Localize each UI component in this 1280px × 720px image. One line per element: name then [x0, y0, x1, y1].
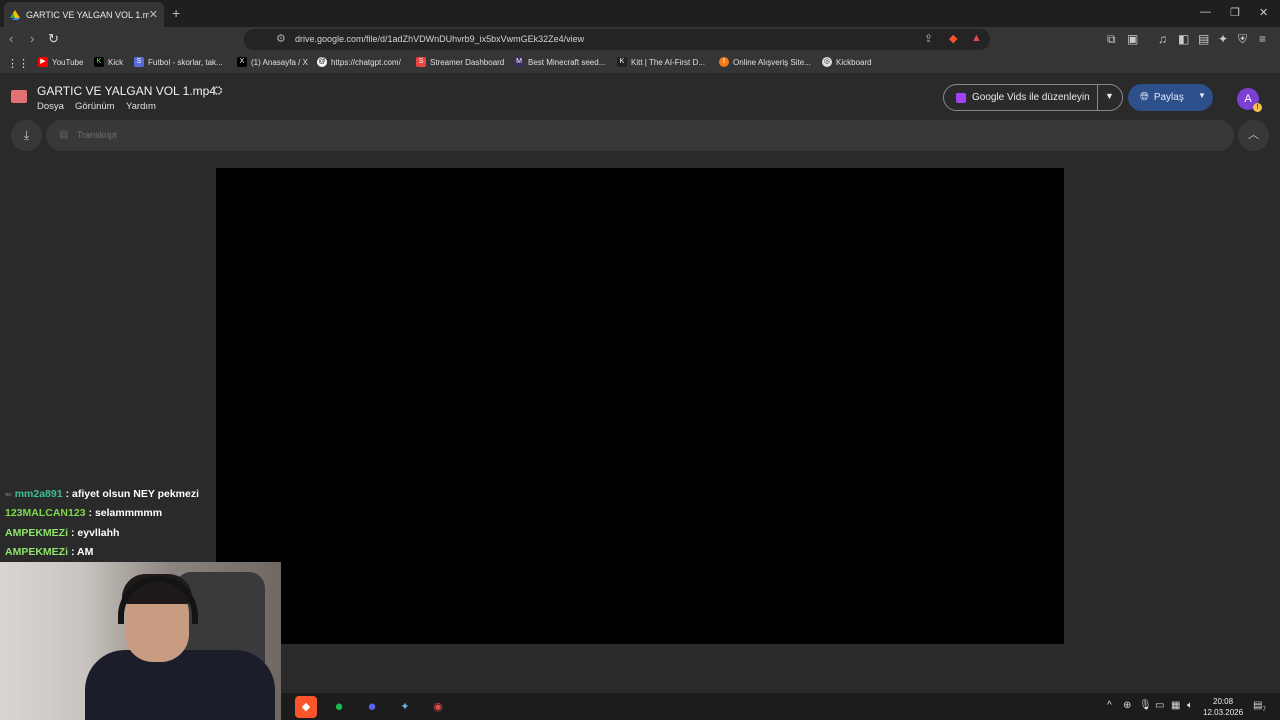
transcript-bar[interactable]: ▤ Transkript	[46, 120, 1234, 151]
transcript-label: Transkript	[77, 130, 117, 140]
screenshot-icon[interactable]: ▣	[1127, 32, 1138, 46]
download-icon: ⤓	[23, 128, 30, 142]
media-icon[interactable]: ♫	[1158, 32, 1167, 46]
bookmark-kick[interactable]: K Kick	[94, 57, 123, 67]
volume-icon[interactable]: 🔈︎	[1187, 700, 1193, 711]
chat-message: AMPEKMEZi: AM	[5, 546, 94, 558]
chat-message: AMPEKMEZi: eyvllahh	[5, 527, 120, 539]
minecraft-icon: M	[514, 57, 524, 67]
tab-close-icon[interactable]: ✕	[149, 8, 158, 21]
google-vids-label: Google Vids ile düzenleyin	[972, 92, 1090, 103]
leo-ai-icon[interactable]: ✦	[1218, 32, 1228, 46]
flashscore-icon: S	[134, 57, 144, 67]
back-icon[interactable]: ‹	[9, 31, 13, 46]
drive-header: GARTIC VE YALGAN VOL 1.mp4 ⛭ Dosya Görün…	[0, 76, 1280, 120]
chat-message: ⇐ mm2a891: afiyet olsun NEY pekmezi	[5, 488, 200, 500]
share-page-icon[interactable]: ⇪	[924, 32, 933, 45]
menu-dosya[interactable]: Dosya	[37, 101, 64, 112]
bookmark-futbol[interactable]: S Futbol - skorlar, tak...	[134, 57, 223, 67]
trendyol-icon: t	[719, 57, 729, 67]
share-label: Paylaş	[1153, 92, 1184, 103]
globe-icon: ◎	[822, 57, 832, 67]
reload-icon[interactable]: ↻	[48, 31, 59, 47]
clock[interactable]: 20:08 12.03.2026	[1203, 696, 1243, 718]
address-bar[interactable]: ⚙ drive.google.com/file/d/1adZhVDWnDUhvr…	[244, 29, 990, 50]
bookmark-kickboard[interactable]: ◎ Kickboard	[822, 57, 872, 67]
chevron-up-icon[interactable]: ^	[1107, 700, 1112, 711]
microphone-icon[interactable]: 🎙︎	[1139, 700, 1152, 711]
extensions-icon[interactable]: ⧉	[1107, 32, 1116, 47]
menu-gorunum[interactable]: Görünüm	[75, 101, 115, 112]
kick-icon: K	[94, 57, 104, 67]
streamlabs-icon: S	[416, 57, 426, 67]
apps-icon[interactable]: ⋮⋮	[7, 57, 29, 70]
chevron-down-icon[interactable]: ▼	[1105, 91, 1114, 101]
chevron-up-icon: ︿	[1248, 129, 1259, 141]
app-tray-icon[interactable]: ⊕	[1123, 700, 1131, 711]
mod-icon: ⇐	[5, 490, 12, 499]
share-button[interactable]: 🌐︎ Paylaş ▼	[1128, 84, 1213, 111]
display-icon[interactable]: ▭	[1155, 700, 1164, 711]
file-title[interactable]: GARTIC VE YALGAN VOL 1.mp4	[37, 84, 216, 98]
brave-shields-icon[interactable]: ◆	[949, 32, 957, 45]
bookmark-chatgpt[interactable]: @ https://chatgpt.com/	[317, 57, 401, 67]
chevron-down-icon[interactable]: ▼	[1198, 91, 1206, 100]
close-window-icon[interactable]: ✕	[1259, 6, 1268, 19]
chat-message: 123MALCAN123: selammmmm	[5, 507, 163, 519]
download-button[interactable]: ⤓	[11, 120, 42, 151]
streamer-torso	[85, 650, 275, 720]
site-info-icon[interactable]: ⚙	[276, 32, 286, 45]
video-player[interactable]	[216, 168, 1064, 644]
maximize-icon[interactable]: ❐	[1230, 6, 1240, 19]
sidebar-icon[interactable]: ◧	[1178, 32, 1189, 46]
discord-icon[interactable]: ●	[361, 696, 383, 718]
tab-strip: GARTIC VE YALGAN VOL 1.mp4 ✕ + — ❐ ✕	[0, 0, 1280, 27]
vpn-icon[interactable]: ⛨	[1238, 32, 1247, 47]
bookmark-minecraft[interactable]: M Best Minecraft seed...	[514, 57, 605, 67]
globe-icon: 🌐︎	[1140, 91, 1149, 103]
youtube-icon: ▶	[38, 57, 48, 67]
spotify-icon[interactable]: ●	[328, 696, 350, 718]
browser-tab[interactable]: GARTIC VE YALGAN VOL 1.mp4 ✕	[4, 2, 164, 27]
bookmark-kitt[interactable]: K Kitt | The AI-First D...	[617, 57, 705, 67]
bookmark-x[interactable]: X (1) Anasayfa / X	[237, 57, 308, 67]
menu-yardim[interactable]: Yardım	[126, 101, 156, 112]
avatar[interactable]: A !	[1237, 88, 1262, 112]
google-vids-icon	[956, 92, 966, 103]
bookmark-youtube[interactable]: ▶ YouTube	[38, 57, 83, 67]
new-tab-icon[interactable]: +	[172, 5, 180, 21]
google-vids-button[interactable]: Google Vids ile düzenleyin ▼	[943, 84, 1123, 111]
chatgpt-icon: @	[317, 57, 327, 67]
shared-status-icon[interactable]: ⛭	[213, 83, 223, 98]
url-text: drive.google.com/file/d/1adZhVDWnDUhvrb9…	[295, 34, 585, 44]
bookmarks-bar: ⋮⋮ ▶ YouTube K Kick S Futbol - skorlar, tak…	[0, 52, 1280, 74]
minimize-icon[interactable]: —	[1200, 6, 1211, 18]
brave-browser-icon[interactable]: ◆	[295, 696, 317, 718]
tool-app-icon[interactable]: ✦	[394, 696, 416, 718]
navigation-bar: ‹ › ↻ ☐ ⚙ drive.google.com/file/d/1adZhV…	[0, 27, 1280, 52]
collapse-button[interactable]: ︿	[1238, 120, 1269, 151]
brave-rewards-icon[interactable]: ▲	[971, 32, 982, 44]
webcam-overlay	[0, 562, 281, 720]
taskbar: ◆ ● ● ✦ ◉ ^ ⊕ 🎙︎ ▭ ▦ 🔈︎ 20:08 12.03.2026…	[281, 693, 1280, 720]
network-icon[interactable]: ▦	[1171, 700, 1180, 711]
warning-badge-icon: !	[1253, 103, 1262, 112]
google-drive-icon	[10, 9, 20, 20]
tab-title: GARTIC VE YALGAN VOL 1.mp4	[26, 9, 149, 20]
forward-icon[interactable]: ›	[30, 31, 34, 46]
x-icon: X	[237, 57, 247, 67]
wallet-icon[interactable]: ▤	[1198, 32, 1209, 46]
notification-icon[interactable]: ▤7	[1253, 700, 1266, 713]
obs-icon[interactable]: ◉	[427, 696, 449, 718]
menu-icon[interactable]: ≡	[1259, 32, 1266, 46]
video-file-icon	[11, 90, 27, 103]
bookmark-trendyol[interactable]: t Online Alışveriş Site...	[719, 57, 811, 67]
button-divider	[1097, 85, 1098, 110]
transcript-icon: ▤	[59, 129, 69, 140]
kitt-icon: K	[617, 57, 627, 67]
bookmark-streamer-dashboard[interactable]: S Streamer Dashboard	[416, 57, 504, 67]
